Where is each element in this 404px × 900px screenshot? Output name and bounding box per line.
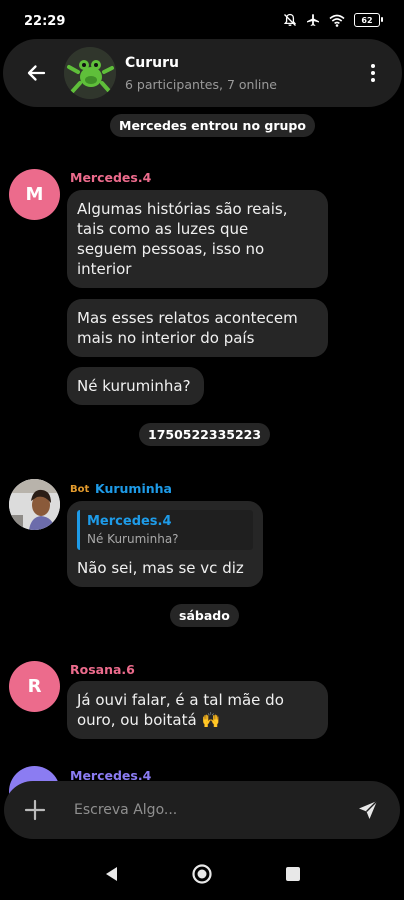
status-bar: 22:29 62 bbox=[0, 0, 404, 44]
nav-recents-icon[interactable] bbox=[281, 862, 305, 886]
message-text-line: Não sei, mas se vc diz bbox=[77, 559, 244, 577]
message-bubble[interactable]: Mercedes.4 Né Kuruminha? Não sei, mas se… bbox=[67, 501, 263, 587]
sender-name[interactable]: Rosana.6 bbox=[70, 662, 135, 677]
message-text-line: Mas esses relatos acontecem bbox=[77, 309, 298, 327]
message-text-line: ouro, ou boitatá 🙌 bbox=[77, 711, 221, 729]
sender-name[interactable]: Kuruminha bbox=[95, 481, 172, 496]
group-avatar[interactable] bbox=[64, 47, 116, 99]
battery-level: 62 bbox=[361, 15, 373, 25]
system-message-chip: Mercedes entrou no grupo bbox=[110, 114, 315, 137]
status-icons: 62 bbox=[283, 13, 383, 27]
reply-quote[interactable]: Mercedes.4 Né Kuruminha? bbox=[77, 510, 253, 550]
message-bubble[interactable]: Mas esses relatos acontecem mais no inte… bbox=[67, 299, 328, 357]
message-text-line: Algumas histórias são reais, bbox=[77, 200, 288, 218]
plus-icon[interactable] bbox=[22, 797, 48, 823]
message-bubble[interactable]: Algumas histórias são reais, tais como a… bbox=[67, 190, 328, 288]
message-text-line: seguem pessoas, isso no bbox=[77, 240, 265, 258]
nav-back-icon[interactable] bbox=[100, 862, 124, 886]
back-button[interactable] bbox=[22, 59, 50, 87]
nav-home-icon[interactable] bbox=[190, 862, 214, 886]
avatar-letter: M bbox=[25, 184, 44, 205]
status-time: 22:29 bbox=[24, 14, 66, 29]
group-subtitle: 6 participantes, 7 online bbox=[125, 77, 278, 92]
battery-icon: 62 bbox=[354, 13, 383, 27]
message-text-line: mais no interior do país bbox=[77, 329, 255, 347]
airplane-icon bbox=[307, 14, 319, 26]
avatar-letter: R bbox=[27, 676, 42, 697]
message-input[interactable] bbox=[74, 799, 344, 821]
avatar[interactable] bbox=[9, 479, 60, 530]
group-title[interactable]: Cururu bbox=[125, 55, 179, 71]
arrow-left-icon bbox=[27, 65, 46, 81]
message-bubble[interactable]: Já ouvi falar, é a tal mãe do ouro, ou b… bbox=[67, 681, 328, 739]
sender-name[interactable]: Mercedes.4 bbox=[70, 170, 151, 185]
quote-text: Né Kuruminha? bbox=[87, 532, 179, 546]
avatar[interactable]: M bbox=[9, 169, 60, 220]
system-nav-bar bbox=[0, 848, 404, 900]
more-vert-icon[interactable] bbox=[366, 59, 380, 87]
bot-tag-label: Bot bbox=[70, 484, 90, 495]
message-text-line: Né kuruminha? bbox=[77, 377, 191, 395]
message-text-line: Já ouvi falar, é a tal mãe do bbox=[77, 691, 284, 709]
timestamp-chip: 1750522335223 bbox=[139, 423, 271, 446]
bot-tag: Bot bbox=[70, 484, 89, 495]
child-photo-icon bbox=[9, 479, 60, 530]
chat-header: Cururu 6 participantes, 7 online bbox=[3, 39, 402, 107]
composer-bar bbox=[4, 781, 400, 839]
avatar[interactable]: R bbox=[9, 661, 60, 712]
message-bubble[interactable]: Né kuruminha? bbox=[67, 367, 204, 405]
message-text-line: tais como as luzes que bbox=[77, 220, 249, 238]
quote-sender: Mercedes.4 bbox=[87, 514, 172, 529]
frog-icon bbox=[64, 47, 116, 99]
wifi-icon bbox=[329, 14, 345, 27]
message-text-line: interior bbox=[77, 260, 132, 278]
send-icon[interactable] bbox=[356, 798, 380, 822]
mute-bell-icon bbox=[283, 13, 297, 26]
date-chip: sábado bbox=[170, 604, 239, 627]
